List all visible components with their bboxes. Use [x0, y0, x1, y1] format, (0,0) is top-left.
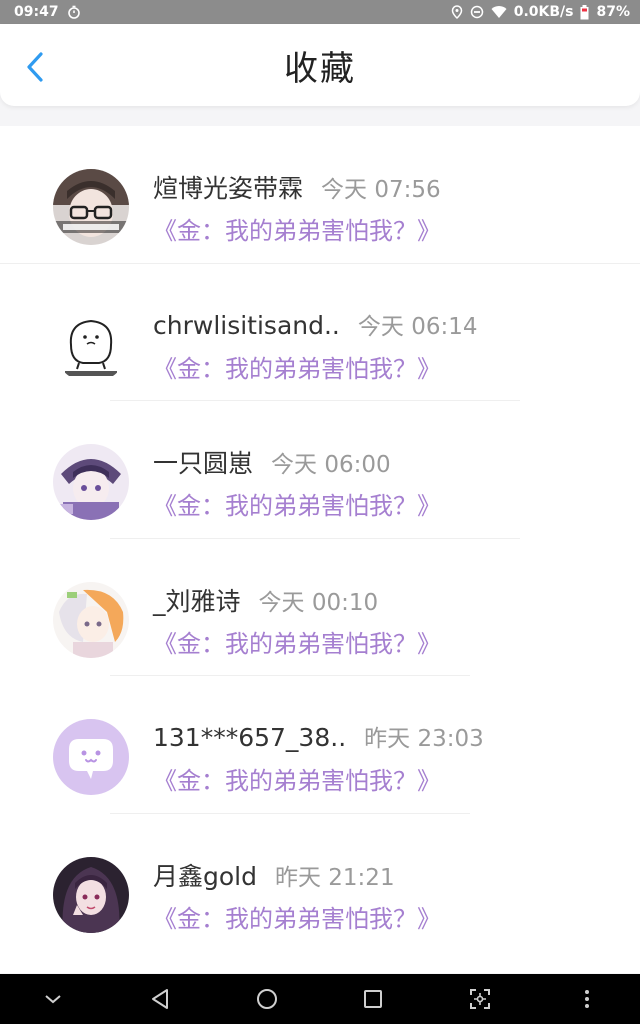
- more-nav-button[interactable]: [562, 974, 612, 1024]
- timestamp: 今天 07:56: [321, 177, 441, 203]
- back-nav-button[interactable]: [135, 974, 185, 1024]
- chevron-down-icon: [45, 995, 61, 1004]
- post-title-link[interactable]: 《金：我的弟弟害怕我？》: [153, 899, 441, 934]
- battery-level: 87%: [596, 4, 630, 20]
- list-item[interactable]: _刘雅诗 今天 00:10 《金：我的弟弟害怕我？》: [0, 539, 640, 676]
- timestamp: 今天 06:14: [357, 313, 478, 340]
- user-name[interactable]: 一只圆崽: [153, 444, 253, 480]
- list-item[interactable]: 煊博光姿带霖 今天 07:56 《金：我的弟弟害怕我？》: [0, 126, 640, 264]
- post-title-link[interactable]: 《金：我的弟弟害怕我？》: [153, 761, 484, 796]
- user-name[interactable]: 131***657_38..: [153, 723, 346, 752]
- avatar[interactable]: [53, 169, 129, 245]
- avatar[interactable]: [53, 444, 129, 520]
- list-item[interactable]: chrwlisitisand.. 今天 06:14 《金：我的弟弟害怕我？》: [0, 264, 640, 401]
- triangle-back-icon: [151, 989, 168, 1009]
- avatar[interactable]: [53, 856, 129, 933]
- navigation-bar: [0, 974, 640, 1024]
- top-app-bar: 收藏: [0, 24, 640, 106]
- page-title: 收藏: [284, 48, 356, 89]
- post-title-link[interactable]: 《金：我的弟弟害怕我？》: [153, 349, 477, 384]
- battery-icon: [580, 4, 589, 20]
- favorites-list: 煊博光姿带霖 今天 07:56 《金：我的弟弟害怕我？》 chrwlisitis…: [0, 126, 640, 973]
- timestamp: 今天 00:10: [258, 589, 379, 616]
- list-item[interactable]: 月鑫gold 昨天 21:21 《金：我的弟弟害怕我？》: [0, 814, 640, 952]
- post-title-link[interactable]: 《金：我的弟弟害怕我？》: [153, 211, 441, 246]
- status-time: 09:47: [14, 4, 59, 20]
- list-item[interactable]: 一只圆崽 今天 06:00 《金：我的弟弟害怕我？》: [0, 401, 640, 539]
- avatar[interactable]: [53, 719, 129, 795]
- timestamp: 今天 06:00: [271, 452, 391, 478]
- screenshot-nav-button[interactable]: [455, 974, 505, 1024]
- network-speed: 0.0KB/s: [513, 4, 574, 20]
- stopwatch-icon: [67, 5, 81, 19]
- user-name[interactable]: 月鑫gold: [153, 857, 257, 893]
- status-bar: 09:47 0.0KB/s 87%: [0, 0, 640, 24]
- recents-nav-button[interactable]: [348, 974, 398, 1024]
- post-title-link[interactable]: 《金：我的弟弟害怕我？》: [153, 624, 441, 659]
- user-name[interactable]: 煊博光姿带霖: [153, 169, 303, 205]
- back-button[interactable]: [18, 50, 52, 84]
- more-vertical-icon: [584, 990, 589, 1008]
- timestamp: 昨天 23:03: [364, 726, 484, 752]
- hide-nav-button[interactable]: [28, 974, 78, 1024]
- home-nav-button[interactable]: [242, 974, 292, 1024]
- avatar[interactable]: [53, 581, 129, 658]
- chevron-left-icon: [27, 52, 43, 82]
- avatar[interactable]: [53, 306, 129, 383]
- post-title-link[interactable]: 《金：我的弟弟害怕我？》: [153, 486, 441, 521]
- wifi-icon: [491, 5, 507, 19]
- location-icon: [451, 5, 463, 19]
- user-name[interactable]: _刘雅诗: [153, 582, 241, 618]
- screenshot-icon: [469, 989, 490, 1009]
- do-not-disturb-icon: [470, 5, 484, 19]
- timestamp: 昨天 21:21: [274, 864, 395, 891]
- circle-home-icon: [256, 989, 277, 1009]
- square-recents-icon: [364, 990, 383, 1008]
- user-name[interactable]: chrwlisitisand..: [153, 311, 340, 340]
- list-item[interactable]: 131***657_38.. 昨天 23:03 《金：我的弟弟害怕我？》: [0, 676, 640, 814]
